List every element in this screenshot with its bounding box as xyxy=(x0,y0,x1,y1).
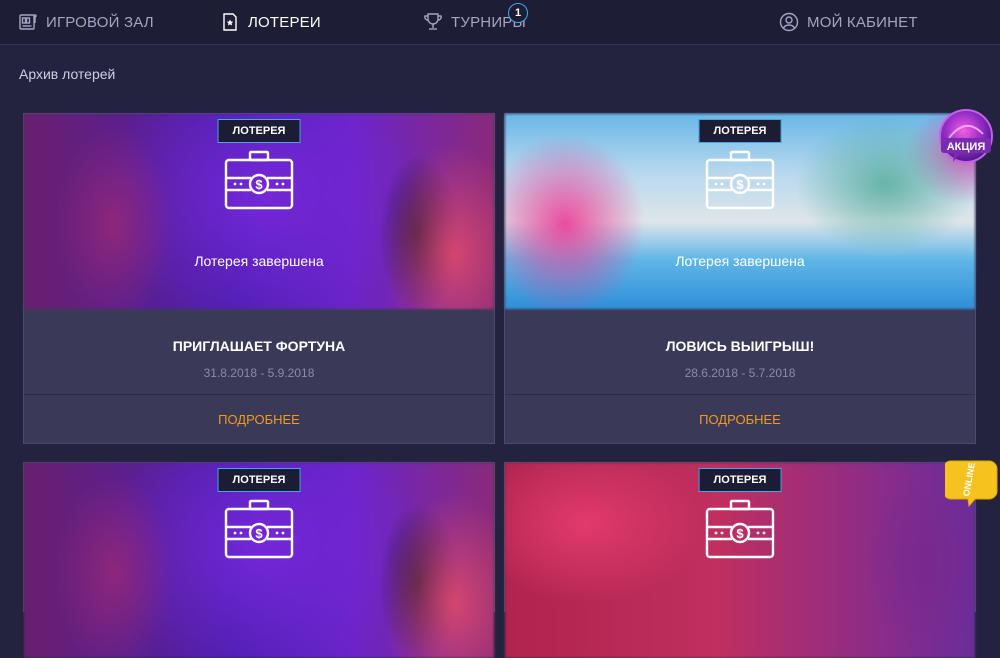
ticket-icon xyxy=(220,12,240,32)
online-chat-badge[interactable]: ONLINE xyxy=(945,455,1000,507)
divider xyxy=(505,394,975,395)
briefcase-money-icon: $ xyxy=(705,150,775,210)
svg-text:$: $ xyxy=(736,526,744,541)
nav-label-my-account: МОЙ КАБИНЕТ xyxy=(807,13,918,31)
lottery-dates: 28.6.2018 - 5.7.2018 xyxy=(684,366,796,380)
nav-label-game-hall: ИГРОВОЙ ЗАЛ xyxy=(46,13,154,31)
nav-item-lotteries[interactable]: ЛОТЕРЕИ xyxy=(220,0,321,44)
svg-text:$: $ xyxy=(255,526,263,541)
details-link[interactable]: ПОДРОБНЕЕ xyxy=(24,412,494,427)
lottery-title: ПРИГЛАШАЕТ ФОРТУНА xyxy=(172,338,346,354)
lottery-status: Лотерея завершена xyxy=(194,253,324,269)
lottery-title: ЛОВИСЬ ВЫИГРЫШ! xyxy=(665,338,815,354)
lottery-tag: ЛОТЕРЕЯ xyxy=(217,119,301,143)
slot-machine-icon xyxy=(18,12,38,32)
briefcase-money-icon: $ xyxy=(224,150,294,210)
svg-text:$: $ xyxy=(736,177,744,192)
nav-item-my-account[interactable]: МОЙ КАБИНЕТ xyxy=(779,0,918,44)
user-icon xyxy=(779,12,799,32)
promo-akcia-badge[interactable]: АКЦИЯ xyxy=(935,108,997,166)
lottery-tag: ЛОТЕРЕЯ xyxy=(217,468,301,492)
nav-item-game-hall[interactable]: ИГРОВОЙ ЗАЛ xyxy=(18,0,154,44)
lottery-status: Лотерея завершена xyxy=(675,253,805,269)
lottery-card[interactable]: ЛОТЕРЕЯ $ Лотерея завершена ЛОВИСЬ ВЫИГР… xyxy=(504,113,976,444)
tournaments-count-badge: 1 xyxy=(508,3,528,23)
lottery-dates: 31.8.2018 - 5.9.2018 xyxy=(203,366,315,380)
top-navigation: ИГРОВОЙ ЗАЛ ЛОТЕРЕИ ТУРНИРЫ 1 МОЙ КАБИНЕ… xyxy=(0,0,1000,45)
lottery-card[interactable]: ЛОТЕРЕЯ $ xyxy=(23,462,495,658)
lottery-tag: ЛОТЕРЕЯ xyxy=(698,119,782,143)
details-link[interactable]: ПОДРОБНЕЕ xyxy=(505,412,975,427)
divider xyxy=(24,394,494,395)
svg-text:$: $ xyxy=(255,177,263,192)
section-title: Архив лотерей xyxy=(19,66,116,82)
briefcase-money-icon: $ xyxy=(705,499,775,559)
briefcase-money-icon: $ xyxy=(224,499,294,559)
nav-label-lotteries: ЛОТЕРЕИ xyxy=(248,13,321,31)
promo-akcia-label: АКЦИЯ xyxy=(947,141,986,153)
lottery-card[interactable]: ЛОТЕРЕЯ $ Лотерея завершена ПРИГЛАШАЕТ Ф… xyxy=(23,113,495,444)
lottery-card[interactable]: ЛОТЕРЕЯ $ xyxy=(504,462,976,658)
lottery-tag: ЛОТЕРЕЯ xyxy=(698,468,782,492)
trophy-icon xyxy=(423,12,443,32)
